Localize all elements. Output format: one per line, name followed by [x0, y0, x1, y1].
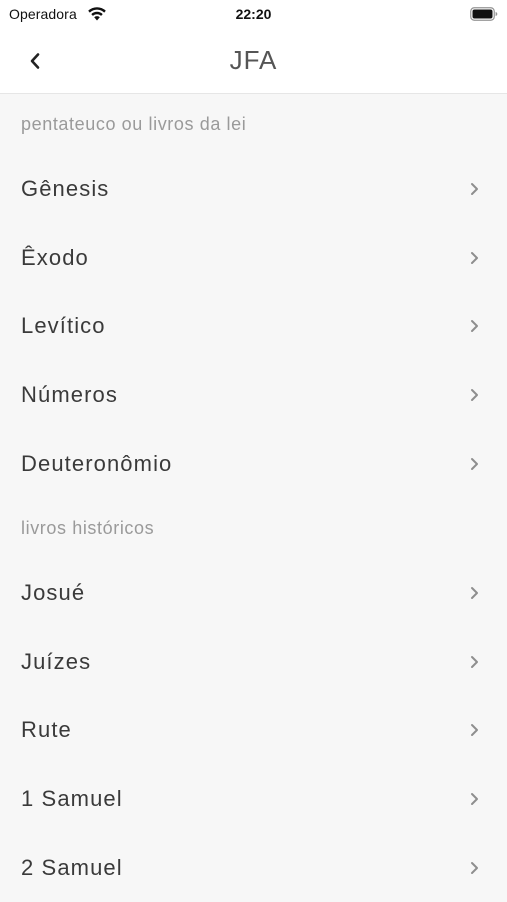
- section-header-historicos: livros históricos: [21, 517, 155, 538]
- list-item-deuteronomio[interactable]: Deuteronômio: [0, 429, 507, 498]
- list-item-juizes[interactable]: Juízes: [0, 628, 507, 697]
- chevron-right-icon: [471, 587, 478, 600]
- chevron-right-icon: [471, 724, 478, 737]
- book-list: pentateuco ou livros da lei Gênesis Êxod…: [0, 94, 507, 902]
- chevron-right-icon: [471, 793, 478, 806]
- list-item-josue[interactable]: Josué: [0, 559, 507, 628]
- clock-label: 22:20: [235, 6, 272, 22]
- chevron-right-icon: [471, 861, 478, 874]
- list-item-label: Levítico: [21, 313, 106, 339]
- list-item-label: 2 Samuel: [21, 854, 123, 880]
- list-item-label: 1 Samuel: [21, 786, 123, 812]
- chevron-right-icon: [471, 183, 478, 196]
- list-item-label: Juízes: [21, 648, 92, 674]
- list-item-2-samuel[interactable]: 2 Samuel: [0, 833, 507, 902]
- list-item-levitico[interactable]: Levítico: [0, 292, 507, 361]
- list-item-label: Números: [21, 382, 118, 408]
- list-item-label: Gênesis: [21, 176, 110, 202]
- page-title: JFA: [229, 45, 278, 75]
- chevron-right-icon: [471, 457, 478, 470]
- list-item-genesis[interactable]: Gênesis: [0, 155, 507, 224]
- section-header-pentateuco: pentateuco ou livros da lei: [21, 114, 247, 134]
- chevron-right-icon: [471, 655, 478, 668]
- list-item-label: Êxodo: [21, 244, 89, 270]
- list-item-label: Josué: [21, 580, 86, 606]
- chevron-right-icon: [471, 389, 478, 402]
- chevron-right-icon: [471, 320, 478, 333]
- list-item-1-samuel[interactable]: 1 Samuel: [0, 765, 507, 834]
- list-item-exodo[interactable]: Êxodo: [0, 224, 507, 293]
- list-item-rute[interactable]: Rute: [0, 696, 507, 765]
- battery-icon: [470, 7, 498, 21]
- list-item-label: Deuteronômio: [21, 450, 173, 476]
- chevron-right-icon: [471, 251, 478, 264]
- navigation-bar: JFA: [0, 28, 507, 94]
- list-item-numeros[interactable]: Números: [0, 361, 507, 430]
- status-bar: Operadora 22:20: [0, 0, 507, 28]
- list-item-label: Rute: [21, 717, 72, 743]
